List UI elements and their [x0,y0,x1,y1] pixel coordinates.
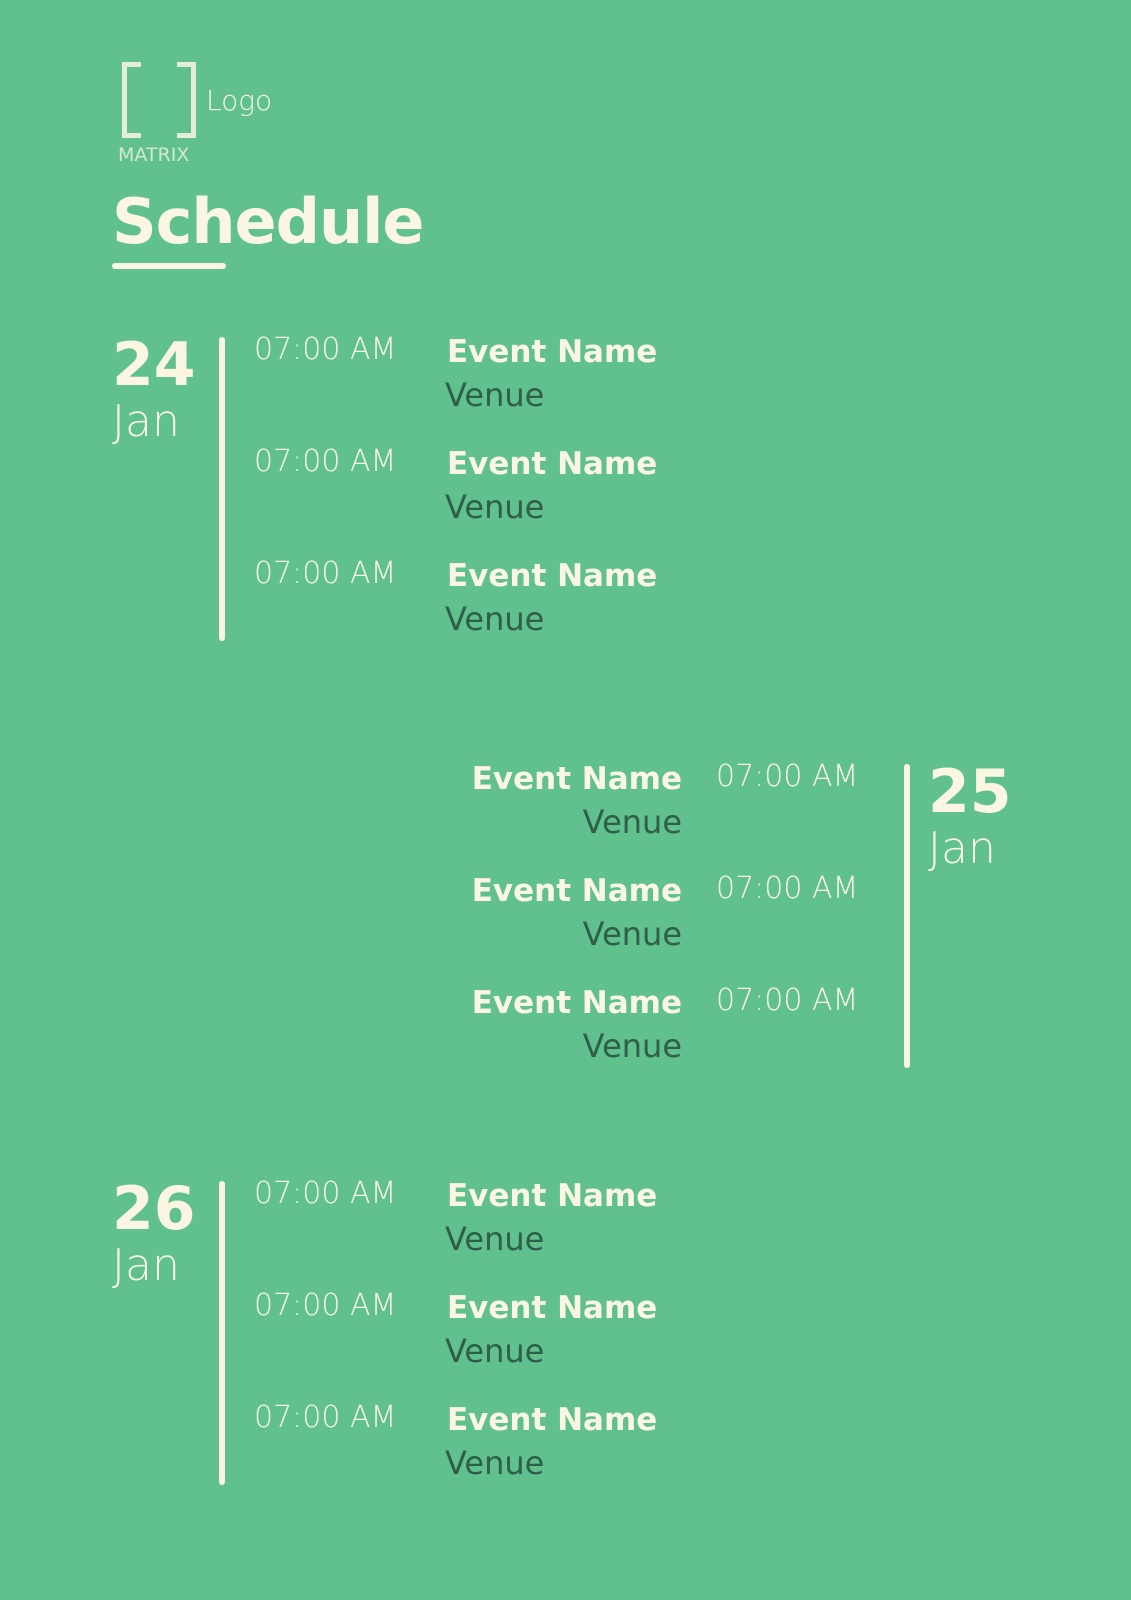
event-venue: Venue [582,915,682,953]
event-name: Event Name [447,446,658,482]
event-name: Event Name [471,761,682,797]
day-month: Jan [112,1240,180,1291]
day-number: 26 [112,1174,196,1244]
event-venue: Venue [445,1332,545,1370]
event-name: Event Name [447,1402,658,1438]
day-month: Jan [112,396,180,447]
event-time: 07:00 AM [254,1288,397,1323]
logo-subtext: MATRIX [118,144,190,166]
page-title: Schedule [112,185,424,258]
event-item: 07:00 AM Event Name Venue [0,871,1131,971]
bracket-logo-icon [122,62,196,138]
event-venue: Venue [582,1027,682,1065]
logo: Logo MATRIX [118,58,298,173]
event-venue: Venue [445,1444,545,1482]
event-time: 07:00 AM [716,871,859,906]
day-number: 24 [112,330,196,400]
event-name: Event Name [447,558,658,594]
event-time: 07:00 AM [254,444,397,479]
event-time: 07:00 AM [254,332,397,367]
event-time: 07:00 AM [254,1400,397,1435]
event-item: 07:00 AM Event Name Venue [0,983,1131,1083]
event-venue: Venue [445,376,545,414]
event-venue: Venue [445,600,545,638]
event-venue: Venue [445,1220,545,1258]
event-venue: Venue [582,803,682,841]
event-time: 07:00 AM [254,556,397,591]
event-venue: Venue [445,488,545,526]
event-item: 07:00 AM Event Name Venue [0,759,1131,859]
timeline-line [219,337,225,641]
event-name: Event Name [447,1178,658,1214]
event-time: 07:00 AM [254,1176,397,1211]
title-underline [112,263,226,269]
day-date: 26 Jan [112,1176,212,1290]
timeline-line [219,1181,225,1485]
event-name: Event Name [471,985,682,1021]
logo-text: Logo [206,84,273,117]
event-name: Event Name [447,1290,658,1326]
event-name: Event Name [471,873,682,909]
event-time: 07:00 AM [716,983,859,1018]
day-date: 24 Jan [112,332,212,446]
event-time: 07:00 AM [716,759,859,794]
event-name: Event Name [447,334,658,370]
